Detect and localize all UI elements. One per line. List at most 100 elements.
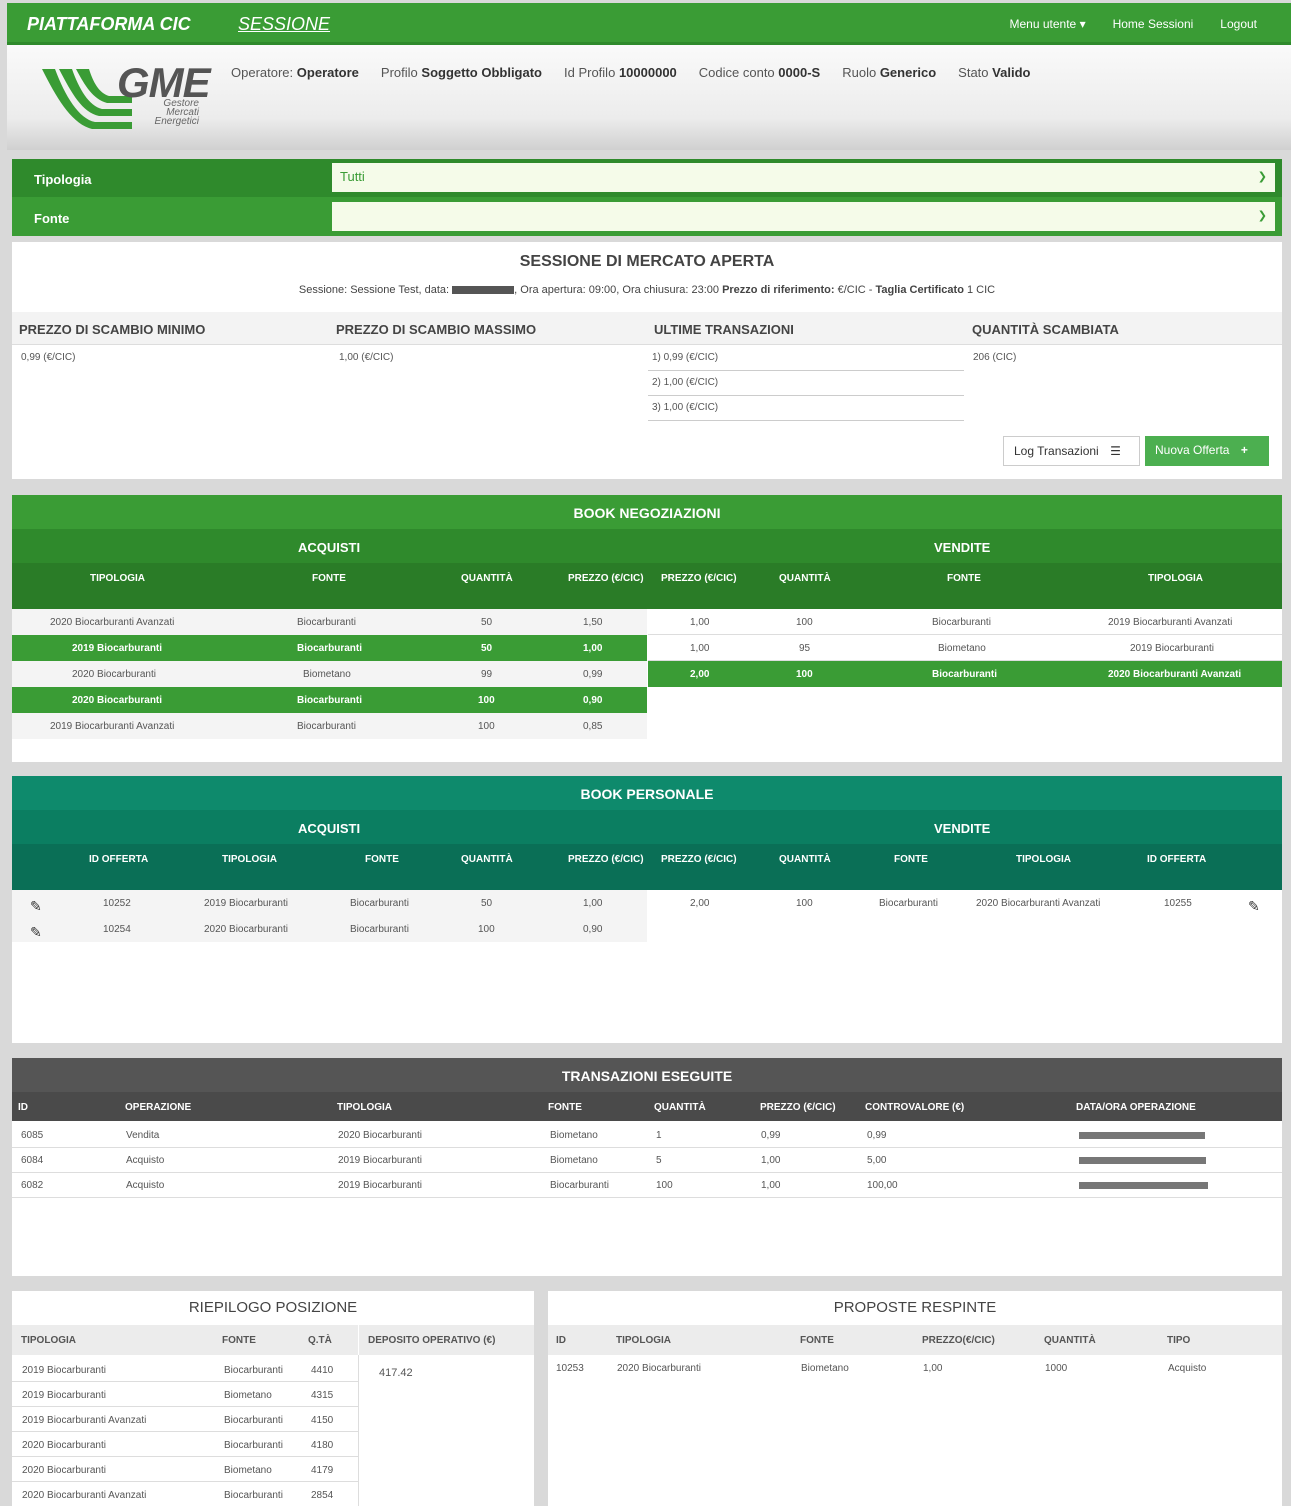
buy-order-row[interactable]: 2019 Biocarburanti Biocarburanti 50 1,00 [12,635,647,661]
col-quantita: QUANTITÀ [1044,1335,1096,1346]
row-tipologia: 2020 Biocarburanti Avanzati [22,1490,147,1501]
row-prezzo: 2,00 [690,898,710,909]
sell-side-label: VENDITE [934,540,991,555]
book-neg-columns: TIPOLOGIA FONTE QUANTITÀ PREZZO (€/CIC) … [12,563,1282,609]
sell-order-row[interactable]: 1,00 100 Biocarburanti 2019 Biocarburanti A… [648,609,1282,635]
tx-row[interactable]: 6084 Acquisto 2019 Biocarburanti Biometano 5… [12,1148,1282,1173]
col-id-offerta: ID OFFERTA [1147,854,1207,865]
row-tipologia: 2020 Biocarburanti Avanzati [976,898,1101,909]
row-quantita: 99 [481,669,493,680]
role-info: Ruolo Generico [842,65,936,80]
row-fonte: Biocarburanti [224,1490,283,1501]
book-negoziazioni: BOOK NEGOZIAZIONI ACQUISTI VENDITE TIPOL… [12,495,1282,762]
personal-buy-row[interactable]: ✎ 10252 2019 Biocarburanti Biocarburanti 50 1… [12,890,647,916]
row-qta: 4179 [311,1465,334,1476]
row-quantita: 5 [656,1155,662,1166]
profile-value: Soggetto Obbligato [421,65,542,80]
row-fonte: Biometano [224,1390,272,1401]
chevron-down-icon: ❯ [1257,171,1267,183]
position-row: 2019 Biocarburanti Biocarburanti 4410 [12,1357,358,1382]
row-operazione: Acquisto [126,1180,165,1191]
row-quantita: 100 [796,898,813,909]
sell-order-row[interactable]: 1,00 95 Biometano 2019 Biocarburanti [648,635,1282,661]
personal-sell-row[interactable]: 2,00 100 Biocarburanti 2020 Biocarburanti A… [648,890,1282,916]
row-tipologia: 2020 Biocarburanti [72,669,156,680]
tipologia-select-value: Tutti [340,169,365,184]
rejected-row: 10253 2020 Biocarburanti Biometano 1,00 1000… [548,1357,1282,1382]
filter-row-fonte: Fonte ❯ [12,198,1282,236]
sell-order-row[interactable]: 2,00 100 Biocarburanti 2020 Biocarburanti A… [648,661,1282,687]
logout-link[interactable]: Logout [1220,17,1257,31]
row-fonte: Biocarburanti [932,669,998,680]
book-pers-sides: ACQUISTI VENDITE [12,810,1282,844]
pencil-icon[interactable]: ✎ [30,898,42,915]
col-operazione: OPERAZIONE [125,1102,192,1113]
row-tipologia: 2020 Biocarburanti Avanzati [50,617,175,628]
role-label: Ruolo [842,65,877,80]
list-icon: ☰ [1110,444,1121,458]
header-band: GME Gestore Mercati Energetici Operatore… [7,45,1291,150]
row-fonte: Biometano [550,1130,598,1141]
role-value: Generico [879,65,937,80]
last-tx-item: 2) 1,00 (€/CIC) [648,371,964,396]
row-tipologia: 2019 Biocarburanti [338,1180,422,1191]
home-sessions-link[interactable]: Home Sessioni [1113,17,1194,31]
tx-row[interactable]: 6085 Vendita 2020 Biocarburanti Biometano 1 0… [12,1123,1282,1148]
position-row: 2020 Biocarburanti Avanzati Biocarburanti… [12,1482,358,1506]
row-quantita: 100 [478,721,495,732]
row-fonte: Biocarburanti [297,695,363,706]
row-tipologia: 2020 Biocarburanti [204,924,288,935]
stats-header: PREZZO DI SCAMBIO MINIMO PREZZO DI SCAMB… [12,312,1282,345]
session-link[interactable]: SESSIONE [238,14,330,35]
riepilogo-columns: TIPOLOGIA FONTE Q.TÀ [12,1325,358,1355]
row-prezzo: 1,50 [583,617,603,628]
min-price-label: PREZZO DI SCAMBIO MINIMO [19,322,206,337]
riepilogo-title: RIEPILOGO POSIZIONE [188,1299,358,1316]
status-info: Stato Valido [958,65,1030,80]
log-transactions-button[interactable]: Log Transazioni ☰ [1003,436,1140,466]
respinte-title: PROPOSTE RESPINTE [833,1299,997,1316]
buy-order-row[interactable]: 2020 Biocarburanti Avanzati Biocarburanti… [12,609,647,635]
book-neg-title: BOOK NEGOZIAZIONI [12,495,1282,529]
row-fonte: Biocarburanti [297,643,363,654]
new-offer-button[interactable]: Nuova Offerta + [1145,436,1269,466]
tipologia-select[interactable]: Tutti ❯ [332,163,1275,192]
app-brand[interactable]: PIATTAFORMA CIC [27,14,191,35]
buy-order-row[interactable]: 2020 Biocarburanti Biocarburanti 100 0,90 [12,687,647,713]
operator-label: Operatore: [231,65,294,80]
status-value: Valido [992,65,1031,80]
pencil-icon[interactable]: ✎ [30,924,42,941]
col-quantita: QUANTITÀ [654,1102,706,1113]
session-info: Sessione: Sessione Test, data: , Ora ape… [12,284,1282,296]
row-tipologia: 2019 Biocarburanti [1130,643,1214,654]
fonte-select[interactable]: ❯ [332,202,1275,231]
tx-row[interactable]: 6082 Acquisto 2019 Biocarburanti Biocarbura… [12,1173,1282,1198]
row-tipologia: 2020 Biocarburanti [22,1440,106,1451]
row-id: 6085 [21,1130,44,1141]
col-controvalore: CONTROVALORE (€) [865,1102,965,1113]
buy-side-label: ACQUISTI [298,540,361,555]
row-quantita: 1000 [1045,1363,1068,1374]
col-data-ora: DATA/ORA OPERAZIONE [1076,1102,1196,1113]
book-personale: BOOK PERSONALE ACQUISTI VENDITE ID OFFER… [12,776,1282,1043]
session-info-text: Sessione: Sessione Test, data: [298,284,450,296]
status-label: Stato [958,65,989,80]
user-menu-dropdown[interactable]: Menu utente ▾ [1010,17,1086,31]
pencil-icon[interactable]: ✎ [1248,898,1260,915]
row-tipologia: 2019 Biocarburanti [338,1155,422,1166]
column-divider [358,1355,359,1506]
col-tipologia: TIPOLOGIA [1148,573,1203,584]
deposito-column: DEPOSITO OPERATIVO (€) [359,1325,534,1355]
buy-order-row[interactable]: 2020 Biocarburanti Biometano 99 0,99 [12,661,647,687]
row-fonte: Biocarburanti [550,1180,609,1191]
operator-value: Operatore [296,65,359,80]
col-prezzo: PREZZO(€/CIC) [922,1335,995,1346]
logo-line3: Energetici [154,116,199,127]
personal-buy-row[interactable]: ✎ 10254 2020 Biocarburanti Biocarburanti 100… [12,916,647,942]
row-prezzo: 1,00 [761,1180,781,1191]
row-tipo: Acquisto [1168,1363,1207,1374]
row-prezzo: 0,90 [583,695,603,706]
row-fonte: Biocarburanti [879,898,938,909]
buy-order-row[interactable]: 2019 Biocarburanti Avanzati Biocarburanti… [12,713,647,739]
book-pers-columns: ID OFFERTA TIPOLOGIA FONTE QUANTITÀ PREZ… [12,844,1282,890]
